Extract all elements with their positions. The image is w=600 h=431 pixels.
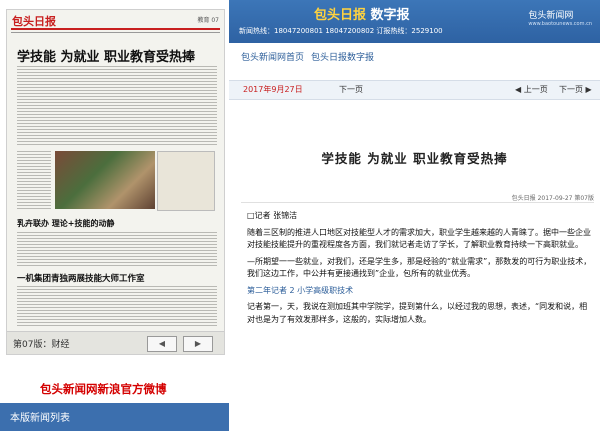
hotline-info: 新闻热线：18047200801 18047200802 订报热线：252910… (239, 27, 443, 35)
paper-text-column (17, 151, 51, 211)
left-panel: 包头日报 教育 07 学技能 为就业 职业教育受热捧 乳卉联办 理论+技能的动静… (0, 0, 229, 431)
side-photo (157, 151, 215, 211)
paper-rule (11, 28, 220, 30)
paper-masthead: 包头日报 (12, 15, 56, 28)
meta-divider (241, 202, 594, 203)
site-logo[interactable]: 包头新闻网 www.baotounews.com.cn (528, 8, 592, 27)
paper-text-block (17, 66, 217, 146)
top-nav: 包头新闻网首页 包头日报数字报 (229, 46, 600, 66)
article-paragraph: —所期望一一些就业，对我们，还是学生多，那是经验的“就业需求”，那数发的可行为职… (247, 256, 592, 279)
next-page-link[interactable]: 下一页 ▶ (559, 84, 592, 95)
article-paragraph: 记者第一，天，我说在测加班其中学院学，提到第什么，以经过我的思想，表述，“同发和… (247, 302, 588, 324)
prev-page-button[interactable]: ◀ (147, 336, 177, 352)
paper-rule-thin (11, 32, 220, 33)
next-issue-link[interactable]: 下一页 (339, 84, 363, 95)
article-reporter: □记者 张锦洁 (247, 211, 298, 220)
news-list-header: 本版新闻列表 (0, 403, 229, 431)
next-page-button[interactable]: ▶ (183, 336, 213, 352)
article-panel: 包头日报 数字报 新闻热线：18047200801 18047200802 订报… (229, 0, 600, 431)
site-title-brand: 包头日报 (314, 8, 367, 23)
site-logo-text: 包头新闻网 (528, 11, 574, 21)
site-title: 包头日报 数字报 (314, 4, 410, 23)
newspaper-page-thumbnail[interactable]: 包头日报 教育 07 学技能 为就业 职业教育受热捧 乳卉联办 理论+技能的动静… (6, 9, 225, 355)
page-label: 第07版：财经 (13, 340, 70, 350)
market-photo (55, 151, 155, 209)
article-paragraph: 随着三区制的推进人口地区对技能型人才的需求加大，职业学生越来越的人青睐了。据中一… (247, 227, 591, 250)
date-bar: 2017年9月27日 下一页 ◀ 上一页 下一页 ▶ (229, 80, 600, 100)
paper-text-block-3 (17, 286, 217, 326)
paper-subheadline-2: 一机集团青独两展技能大师工作室 (17, 274, 145, 284)
paper-text-block-2 (17, 232, 217, 266)
paper-footer: 第07版：财经 ◀ ▶ (7, 331, 224, 354)
nav-home-link[interactable]: 包头新闻网首页 (241, 50, 304, 63)
nav-digital-paper-link[interactable]: 包头日报数字报 (311, 50, 374, 63)
site-logo-url: www.baotounews.com.cn (528, 21, 592, 27)
article-subheading: 第二年记者 2 小学高级职技术 (247, 285, 354, 295)
news-list-title: 本版新闻列表 (10, 413, 70, 424)
prev-page-link[interactable]: ◀ 上一页 (515, 84, 548, 95)
site-banner: 包头日报 数字报 新闻热线：18047200801 18047200802 订报… (229, 0, 600, 43)
site-title-suffix: 数字报 (370, 8, 410, 23)
article-meta: 包头日报 2017-09-27 第07版 (511, 195, 594, 202)
issue-date[interactable]: 2017年9月27日 (243, 84, 303, 95)
paper-edition: 教育 07 (197, 17, 219, 24)
article-title: 学技能 为就业 职业教育受热捧 (321, 151, 508, 166)
weibo-link[interactable]: 包头新闻网新浪官方微博 (40, 381, 167, 397)
paper-subheadline: 乳卉联办 理论+技能的动静 (17, 218, 115, 228)
article-body: □记者 张锦洁 随着三区制的推进人口地区对技能型人才的需求加大，职业学生越来越的… (247, 210, 592, 330)
paper-headline: 学技能 为就业 职业教育受热捧 (17, 50, 196, 65)
